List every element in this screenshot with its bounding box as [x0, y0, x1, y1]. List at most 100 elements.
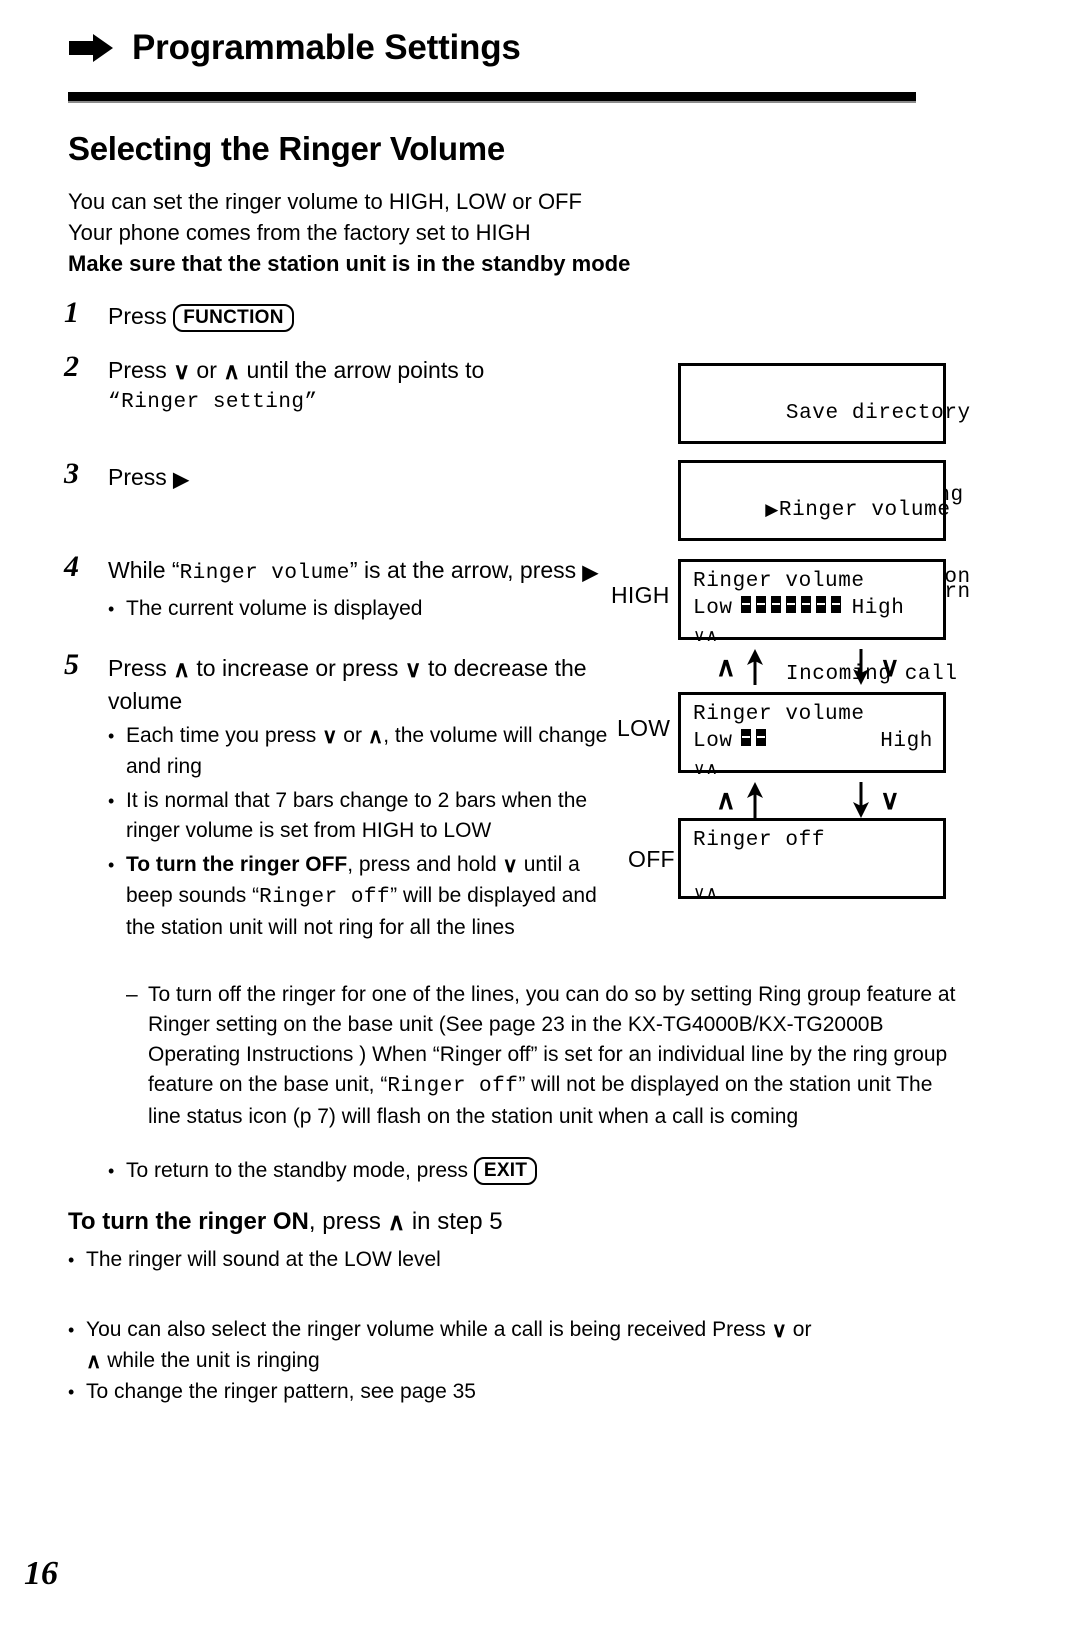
volume-bar	[740, 729, 751, 746]
lcd3-low-label: Low	[693, 597, 733, 620]
b3-mono: Ringer off	[259, 886, 391, 909]
volume-bars-high	[740, 595, 846, 622]
step-3-text: Press	[108, 464, 174, 490]
intro-text: You can set the ringer volume to HIGH, L…	[68, 186, 728, 279]
intro-line-2: Your phone comes from the factory set to…	[68, 220, 531, 245]
lcd4-low-label: Low	[693, 730, 733, 753]
lcd5-title: Ringer off	[693, 829, 826, 852]
connector-high-low: ∧ ∨	[700, 645, 960, 689]
b3-bold-lead: To turn the ringer OFF	[126, 853, 348, 876]
lcd-volume-low: Ringer volume Low High ∨∧	[678, 692, 946, 778]
turn-ringer-on-heading: To turn the ringer ON, press ∧ in step 5	[68, 1205, 503, 1239]
step-5-bullet-2: It is normal that 7 bars change to 2 bar…	[108, 786, 624, 846]
step-1: 1 Press FUNCTION	[64, 296, 624, 332]
function-key-button[interactable]: FUNCTION	[173, 304, 294, 332]
lcd3-title: Ringer volume	[693, 570, 865, 593]
step-4-mono: Ringer volume	[179, 562, 350, 585]
volume-bar	[815, 596, 826, 613]
turn-on-bullet: The ringer will sound at the LOW level	[68, 1245, 948, 1275]
step-5-bullet-3: To turn the ringer OFF, press and hold ∨…	[108, 850, 624, 943]
up-caret-icon: ∧	[716, 784, 736, 815]
step-4: 4 While “Ringer volume” is at the arrow,…	[64, 550, 624, 624]
note1-text-c: while the unit is ringing	[101, 1349, 320, 1372]
volume-bar	[800, 596, 811, 613]
lcd1-line-1: ▶Save directory	[693, 372, 970, 454]
ring-group-note: To turn off the ringer for one of the li…	[126, 980, 968, 1132]
connector-down-group: ∨	[848, 647, 900, 687]
lcd4-high-label: High	[880, 730, 933, 753]
lcd-menu-2: ▶Ringer volume ▶Ringer pattern ▶Incoming…	[678, 460, 970, 686]
up-arrow-icon	[746, 649, 763, 685]
connector-up-group: ∧	[716, 647, 768, 687]
label-off: OFF	[628, 846, 675, 872]
up-caret-icon: ∧	[716, 651, 736, 682]
menu-pointer-icon: ▶	[765, 500, 779, 519]
step-5-text-b: to increase or press	[190, 655, 405, 681]
b1-text-b: or	[337, 724, 368, 747]
lcd3-high-label: High	[851, 597, 905, 620]
b1-text-a: Each time you press	[126, 724, 323, 747]
step-4-body: While “Ringer volume” is at the arrow, p…	[108, 554, 624, 624]
lcd-volume-high: Ringer volume Low High ∨∧	[678, 559, 946, 645]
step-2-body: Press ∨ or ∧ until the arrow points to “…	[108, 354, 624, 419]
lcd-ringer-off: Ringer off ∨∧	[678, 818, 946, 902]
step-5-number: 5	[64, 648, 79, 681]
step-2: 2 Press ∨ or ∧ until the arrow points to…	[64, 350, 624, 419]
step-4-number: 4	[64, 550, 79, 583]
dash-mono-1: Ringer off	[387, 1075, 519, 1098]
volume-bar	[830, 596, 841, 613]
right-caret-icon: ▶	[582, 562, 598, 584]
down-arrow-icon	[853, 782, 869, 818]
label-low: LOW	[617, 715, 671, 741]
up-caret-icon: ∧	[173, 656, 191, 682]
volume-bars-low	[740, 728, 771, 755]
down-caret-icon: ∨	[173, 358, 191, 384]
step-2-text-c: until the arrow points to	[240, 357, 485, 383]
volume-bar	[740, 596, 751, 613]
section-title: Selecting the Ringer Volume	[68, 130, 505, 167]
step-5-body: Press ∧ to increase or press ∨ to decrea…	[108, 652, 624, 943]
down-caret-icon: ∨	[322, 725, 338, 748]
extra-note-2: To change the ringer pattern, see page 3…	[68, 1377, 948, 1407]
lcd3-bar-row: Low High	[693, 595, 933, 622]
down-caret-icon: ∨	[880, 651, 900, 682]
connector-up-group: ∧	[716, 780, 768, 820]
step-4-note: The current volume is displayed	[108, 594, 624, 624]
turn-on-bold: To turn the ringer ON	[68, 1208, 309, 1235]
turn-on-text-b: in step 5	[405, 1208, 503, 1235]
lcd-menu-1: ▶Save directory ▶Ringer setting ▶Line se…	[678, 363, 970, 589]
up-caret-icon: ∧	[86, 1350, 102, 1373]
extra-note-1: You can also select the ringer volume wh…	[68, 1315, 948, 1377]
down-caret-icon: ∨	[880, 784, 900, 815]
volume-bar	[770, 596, 781, 613]
exit-key-button[interactable]: EXIT	[473, 1157, 538, 1185]
volume-bar	[785, 596, 796, 613]
right-caret-icon: ▶	[173, 469, 189, 491]
down-caret-icon: ∨	[404, 656, 422, 682]
volume-bar	[755, 729, 766, 746]
step-5-text-a: Press	[108, 655, 174, 681]
lcd4-title: Ringer volume	[693, 703, 865, 726]
step-2-number: 2	[64, 350, 79, 383]
step-1-body: Press FUNCTION	[108, 300, 624, 332]
up-arrow-icon	[746, 782, 763, 818]
note1-text-a: You can also select the ringer volume wh…	[86, 1318, 772, 1341]
lcd5-nav-icons: ∨∧	[693, 883, 718, 902]
extra-notes: You can also select the ringer volume wh…	[68, 1315, 948, 1407]
down-caret-icon: ∨	[502, 854, 518, 877]
page-header: Programmable Settings	[68, 28, 968, 68]
step-1-text: Press	[108, 303, 174, 329]
lcd1-line-1-text: Save directory	[785, 402, 971, 425]
b3-text-a: , press and hold	[347, 853, 503, 876]
step-3-body: Press ▶	[108, 461, 624, 496]
manual-page: Programmable Settings Selecting the Ring…	[0, 0, 1080, 1649]
intro-line-3: Make sure that the station unit is in th…	[68, 251, 631, 276]
up-caret-icon: ∧	[387, 1209, 406, 1236]
page-title: Programmable Settings	[132, 28, 521, 67]
header-divider	[68, 92, 916, 103]
volume-bar	[755, 596, 766, 613]
down-caret-icon: ∨	[771, 1319, 787, 1342]
step-2-text-b: or	[190, 357, 224, 383]
down-arrow-icon	[853, 649, 869, 685]
step-3: 3 Press ▶	[64, 457, 624, 496]
